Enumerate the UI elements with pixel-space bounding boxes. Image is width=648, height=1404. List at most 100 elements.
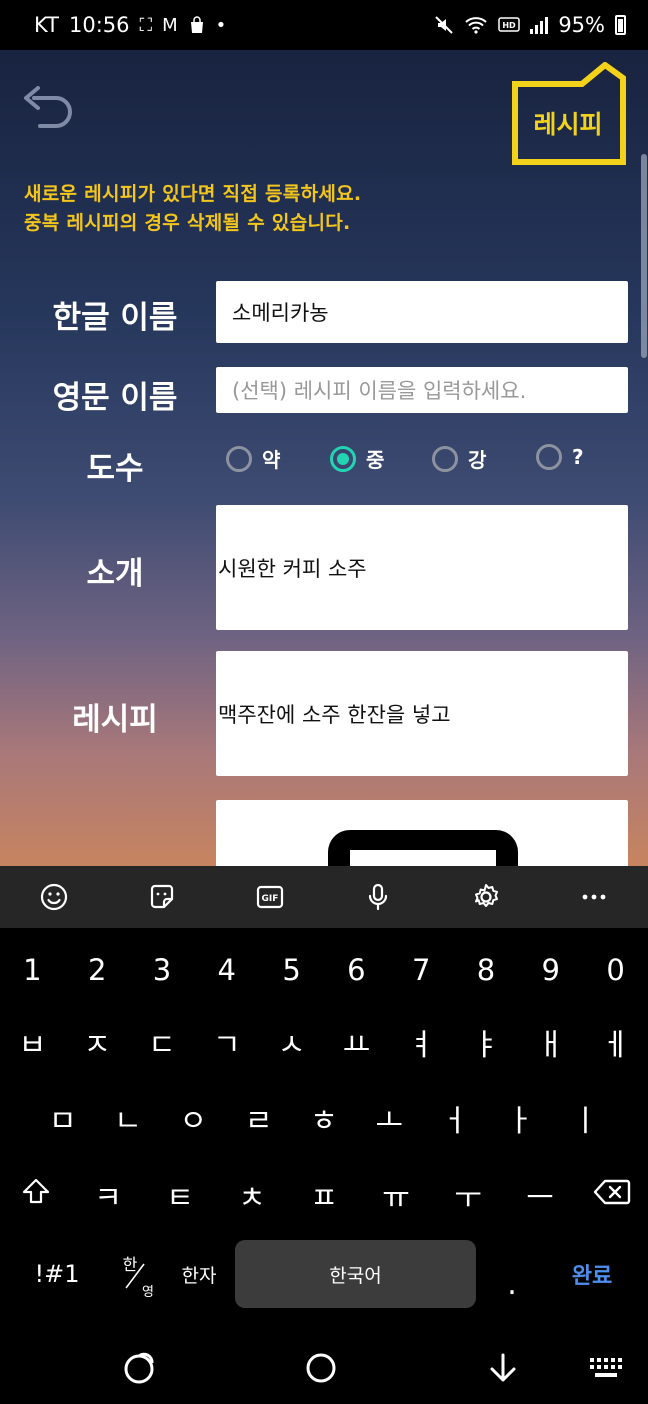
key[interactable]: ㅑ — [458, 1020, 514, 1064]
scrollbar[interactable] — [641, 154, 647, 358]
notice-text: 새로운 레시피가 있다면 직접 등록하세요. 중복 레시피의 경우 삭제될 수 … — [24, 180, 361, 238]
radio-circle-icon — [536, 444, 562, 470]
key[interactable]: ㅗ — [361, 1096, 417, 1140]
abv-option-strong[interactable]: 강 — [432, 444, 486, 473]
more-icon[interactable] — [574, 877, 614, 917]
camera-icon — [328, 830, 518, 866]
key[interactable]: 1 — [4, 953, 60, 987]
hide-keyboard-icon[interactable] — [483, 1348, 523, 1388]
shift-key[interactable] — [8, 1177, 64, 1214]
settings-icon[interactable] — [466, 877, 506, 917]
radio-circle-icon — [226, 445, 252, 472]
key[interactable]: ㅡ — [512, 1173, 568, 1217]
gif-label: GIF — [262, 894, 279, 904]
status-bar: KT 10:56 ⛶ M • HD 95% — [0, 0, 648, 50]
key[interactable]: ㅓ — [427, 1096, 483, 1140]
number-row: 1 2 3 4 5 6 7 8 9 0 — [0, 948, 648, 992]
key[interactable]: ㄹ — [231, 1096, 287, 1140]
key[interactable]: 4 — [199, 953, 255, 987]
gif-icon[interactable]: GIF — [250, 877, 290, 917]
key[interactable]: ㅇ — [165, 1096, 221, 1140]
emoji-icon[interactable] — [34, 877, 74, 917]
key[interactable]: 5 — [264, 953, 320, 987]
key[interactable]: ㅐ — [523, 1020, 579, 1064]
screenshot-frame-icon: ⛶ — [139, 14, 153, 36]
abv-option-label: 중 — [366, 448, 385, 472]
key[interactable]: ㅕ — [393, 1020, 449, 1064]
key[interactable]: ㅊ — [224, 1173, 280, 1217]
battery-icon — [615, 15, 626, 35]
sticker-icon[interactable] — [142, 877, 182, 917]
key[interactable]: ㅅ — [264, 1020, 320, 1064]
key[interactable]: ㄷ — [134, 1020, 190, 1064]
key[interactable]: 2 — [69, 953, 125, 987]
recipe-value: 맥주잔에 소주 한잔을 넣고 — [218, 702, 451, 727]
clock: 10:56 — [68, 13, 130, 37]
abv-option-weak[interactable]: 약 — [226, 444, 280, 473]
jamo-row-2: ㅁ ㄴ ㅇ ㄹ ㅎ ㅗ ㅓ ㅏ ㅣ — [0, 1096, 648, 1140]
language-toggle-key[interactable]: 한 영 — [104, 1240, 166, 1308]
abv-option-medium[interactable]: 중 — [330, 444, 384, 473]
key[interactable]: ㅎ — [296, 1096, 352, 1140]
keyboard-switch-icon[interactable] — [586, 1348, 626, 1388]
abv-option-label: 강 — [468, 448, 487, 472]
abv-option-unknown[interactable]: ? — [536, 444, 584, 470]
backspace-key[interactable] — [584, 1178, 640, 1213]
microphone-icon[interactable] — [358, 877, 398, 917]
back-arrow-icon[interactable] — [18, 78, 76, 128]
recipe-textarea[interactable]: 맥주잔에 소주 한잔을 넣고 — [216, 651, 628, 776]
key[interactable]: 7 — [393, 953, 449, 987]
recent-apps-icon[interactable] — [120, 1348, 160, 1388]
recipe-label: 레시피 — [72, 702, 158, 738]
home-icon[interactable] — [301, 1348, 341, 1388]
english-name-input[interactable]: (선택) 레시피 이름을 입력하세요. — [216, 367, 628, 413]
keyboard-toolbar: GIF — [0, 866, 648, 928]
lang-toggle-bottom: 영 — [142, 1285, 154, 1300]
period-key[interactable]: . — [484, 1240, 540, 1308]
key[interactable]: ㅠ — [368, 1173, 424, 1217]
abv-option-label: 약 — [262, 448, 281, 472]
key[interactable]: ㄱ — [199, 1020, 255, 1064]
radio-checked-icon — [330, 445, 356, 472]
gmail-icon: M — [162, 14, 178, 36]
abv-label: 도수 — [86, 451, 144, 487]
radio-circle-icon — [432, 445, 458, 472]
key[interactable]: ㅛ — [328, 1020, 384, 1064]
key[interactable]: 9 — [523, 953, 579, 987]
key[interactable]: 6 — [328, 953, 384, 987]
key[interactable]: ㅔ — [588, 1020, 644, 1064]
notice-line-1: 새로운 레시피가 있다면 직접 등록하세요. — [24, 183, 362, 205]
done-key[interactable]: 완료 — [552, 1240, 632, 1308]
hanja-key[interactable]: 한자 — [172, 1240, 226, 1308]
image-upload-box[interactable] — [216, 800, 628, 866]
key[interactable]: ㅏ — [492, 1096, 548, 1140]
notification-dot-icon: • — [215, 14, 227, 36]
wifi-icon — [465, 17, 487, 34]
korean-name-input[interactable]: 소메리카농 — [216, 281, 628, 343]
key[interactable]: ㅁ — [35, 1096, 91, 1140]
key[interactable]: 8 — [458, 953, 514, 987]
abv-option-label: ? — [572, 445, 584, 469]
key[interactable]: ㅜ — [440, 1173, 496, 1217]
intro-textarea[interactable]: 시원한 커피 소주 — [216, 505, 628, 630]
hd-volte-icon: HD — [498, 17, 521, 32]
key[interactable]: ㅂ — [4, 1020, 60, 1064]
signal-icon — [530, 16, 549, 34]
logo-text: 레시피 — [533, 110, 603, 139]
language-toggle-icon: 한 영 — [123, 1255, 154, 1300]
key[interactable]: ㅍ — [296, 1173, 352, 1217]
key[interactable]: 0 — [588, 953, 644, 987]
shift-arrow-icon — [22, 1178, 50, 1203]
key[interactable]: ㅌ — [152, 1173, 208, 1217]
key[interactable]: ㅋ — [80, 1173, 136, 1217]
key[interactable]: 3 — [134, 953, 190, 987]
key[interactable]: ㅣ — [557, 1096, 613, 1140]
korean-name-label: 한글 이름 — [52, 300, 178, 336]
key[interactable]: ㅈ — [69, 1020, 125, 1064]
intro-value: 시원한 커피 소주 — [218, 556, 367, 581]
key[interactable]: ㄴ — [100, 1096, 156, 1140]
symbols-key[interactable]: !#1 — [22, 1240, 92, 1308]
notice-line-2: 중복 레시피의 경우 삭제될 수 있습니다. — [24, 212, 351, 234]
space-bar[interactable]: 한국어 — [235, 1240, 476, 1308]
intro-label: 소개 — [86, 556, 144, 592]
